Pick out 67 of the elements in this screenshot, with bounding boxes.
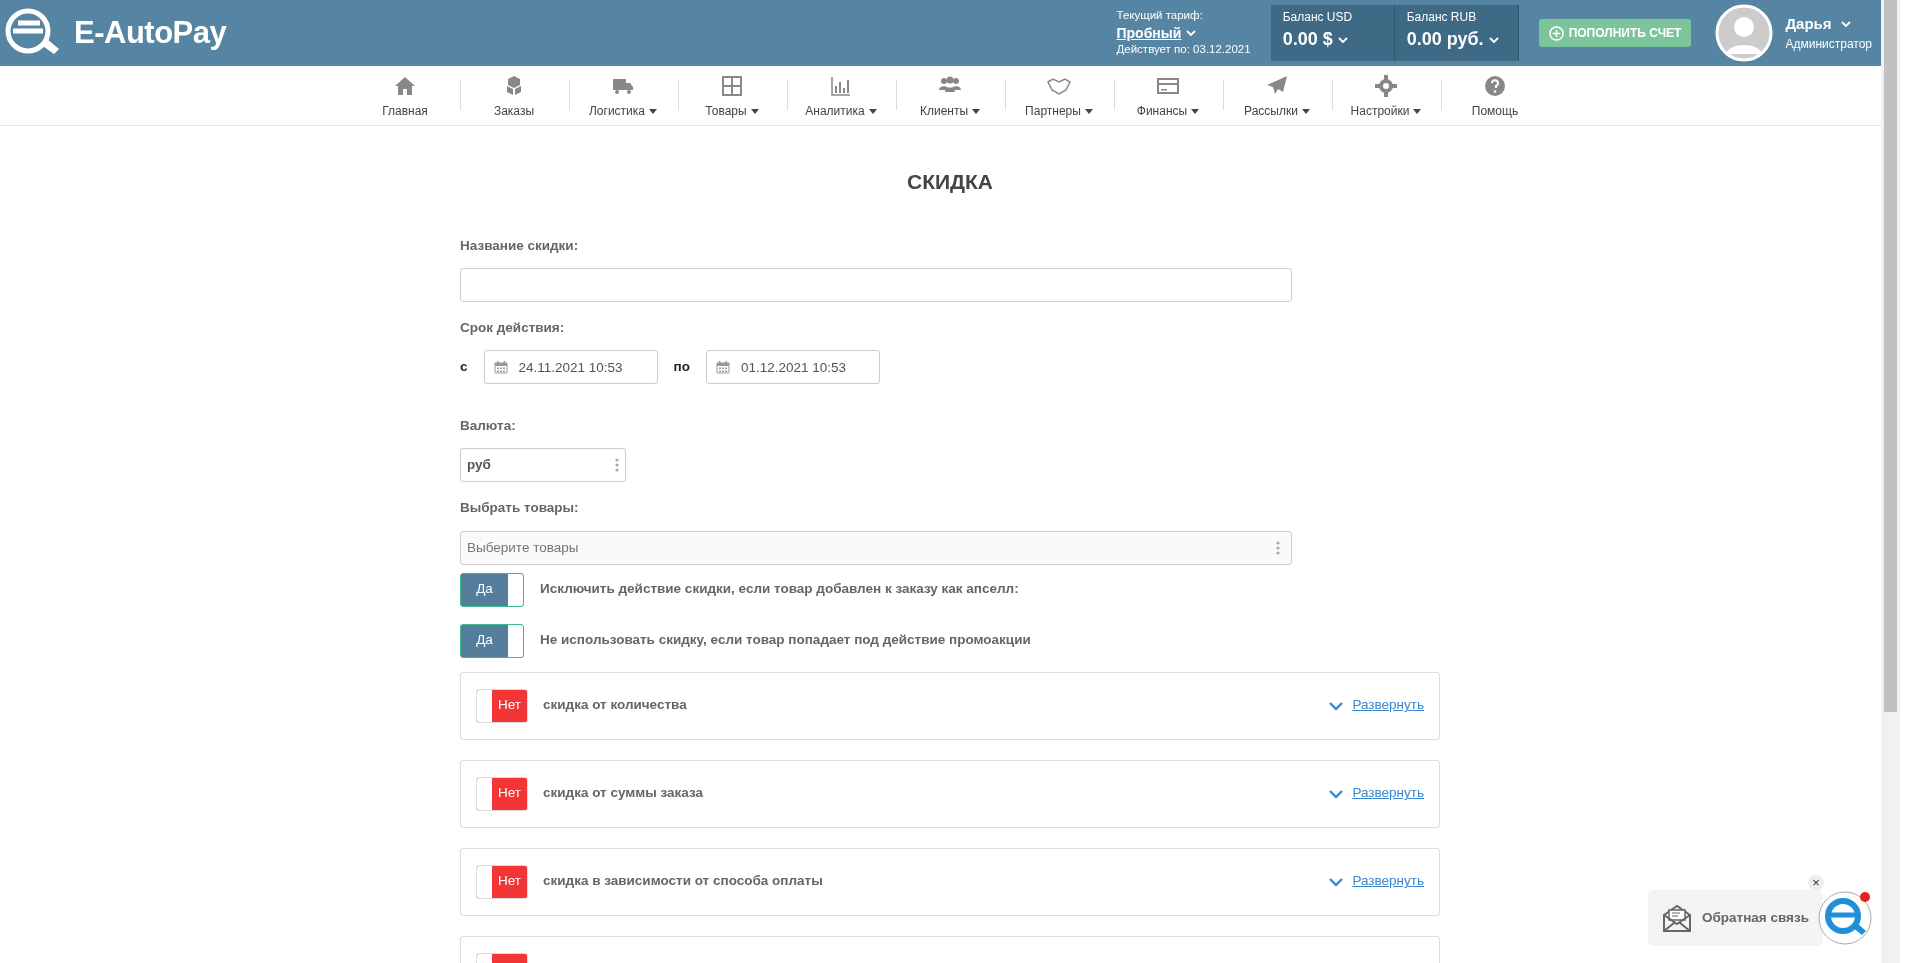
question-icon: [1483, 74, 1507, 98]
toggle-switch[interactable]: Да: [460, 623, 524, 658]
nav-item[interactable]: Рассылки: [1222, 74, 1332, 125]
date-prefix-label: по: [673, 357, 690, 376]
tariff-valid-text: Действует по: 03.12.2021: [1116, 42, 1251, 58]
nav-item[interactable]: Главная: [350, 74, 460, 125]
field-label: Валюта:: [460, 417, 516, 435]
nav-item[interactable]: Финансы: [1113, 74, 1223, 125]
toggle-switch[interactable]: Нет: [476, 864, 528, 899]
nav-item[interactable]: Аналитика: [786, 74, 896, 125]
section-title: скидка от количества: [543, 696, 688, 715]
section-title: скидка от суммы заказа: [543, 784, 705, 803]
tariff-label: Текущий тариф:: [1116, 8, 1204, 24]
more-icon: [1276, 540, 1280, 555]
chevron-down-icon: [1328, 876, 1345, 887]
balance-value[interactable]: 0.00 $: [1282, 26, 1333, 53]
nav-item[interactable]: Настройки: [1331, 74, 1441, 125]
nav-item[interactable]: Заказы: [459, 74, 569, 125]
products-select[interactable]: Выберите товары: [460, 530, 1292, 565]
chat-logo-icon: [1818, 891, 1872, 945]
currency-select[interactable]: руб: [460, 448, 626, 483]
chevron-down-icon: [1328, 700, 1345, 711]
gear-icon: [1374, 74, 1398, 98]
envelope-icon: [1662, 903, 1692, 933]
date-prefix-label: с: [460, 357, 468, 376]
balance-label: Баланс RUB: [1406, 9, 1478, 26]
calendar-icon: [715, 360, 730, 374]
caret-icon: [1185, 27, 1198, 39]
toggle-switch[interactable]: Нет: [476, 776, 528, 811]
toggle-switch[interactable]: Да: [460, 572, 524, 607]
scrollbar[interactable]: [1881, 0, 1900, 963]
avatar-icon: [1715, 4, 1774, 62]
notification-dot: [1860, 892, 1870, 902]
more-icon: [615, 458, 619, 473]
caret-icon: [1839, 18, 1852, 30]
nav-item[interactable]: Партнеры: [1004, 74, 1114, 125]
page-title: СКИДКА: [906, 169, 994, 195]
option-label: Не использовать скидку, если товар попадает под действие промоакции: [540, 631, 1031, 650]
chevron-down-icon: [1328, 788, 1345, 799]
user-role: Администратор: [1785, 36, 1872, 54]
expand-link[interactable]: Развернуть: [1328, 783, 1424, 804]
name-input-field[interactable]: [460, 267, 1292, 302]
bar-chart-icon: [829, 74, 853, 98]
option-label: Исключить действие скидки, если товар добавлен к заказу как апселл:: [540, 580, 1019, 599]
nav-item[interactable]: Помощь: [1440, 74, 1550, 125]
close-button[interactable]: ×: [1808, 875, 1824, 891]
field-label: Срок действия:: [460, 318, 565, 337]
plus-circle-icon: [1548, 25, 1564, 41]
field-label: Выбрать товары:: [460, 499, 579, 518]
nav-item[interactable]: Клиенты: [895, 74, 1005, 125]
date-input-field[interactable]: 01.12.2021 10:53: [705, 350, 880, 384]
feedback-panel[interactable]: Обратная связь: [1648, 890, 1823, 946]
balance-label: Баланс USD: [1282, 9, 1354, 26]
nav-item[interactable]: Логистика: [568, 74, 678, 125]
home-icon: [393, 74, 417, 98]
toggle-switch[interactable]: Нет: [476, 688, 528, 723]
user-name[interactable]: Дарья: [1785, 12, 1832, 36]
field-label: Название скидки:: [460, 236, 579, 255]
section-title: скидка в зависимости от способа оплаты: [543, 872, 824, 891]
expand-link[interactable]: Развернуть: [1328, 871, 1424, 892]
nav-item[interactable]: Товары: [677, 74, 787, 125]
date-input-field[interactable]: 24.11.2021 10:53: [483, 350, 658, 384]
logo-text: E-AutoPay: [74, 13, 227, 52]
tariff-link[interactable]: Пробный: [1116, 23, 1182, 43]
expand-link[interactable]: Развернуть: [1328, 695, 1424, 716]
balance-value[interactable]: 0.00 руб.: [1406, 26, 1484, 53]
calendar-icon: [493, 360, 508, 374]
